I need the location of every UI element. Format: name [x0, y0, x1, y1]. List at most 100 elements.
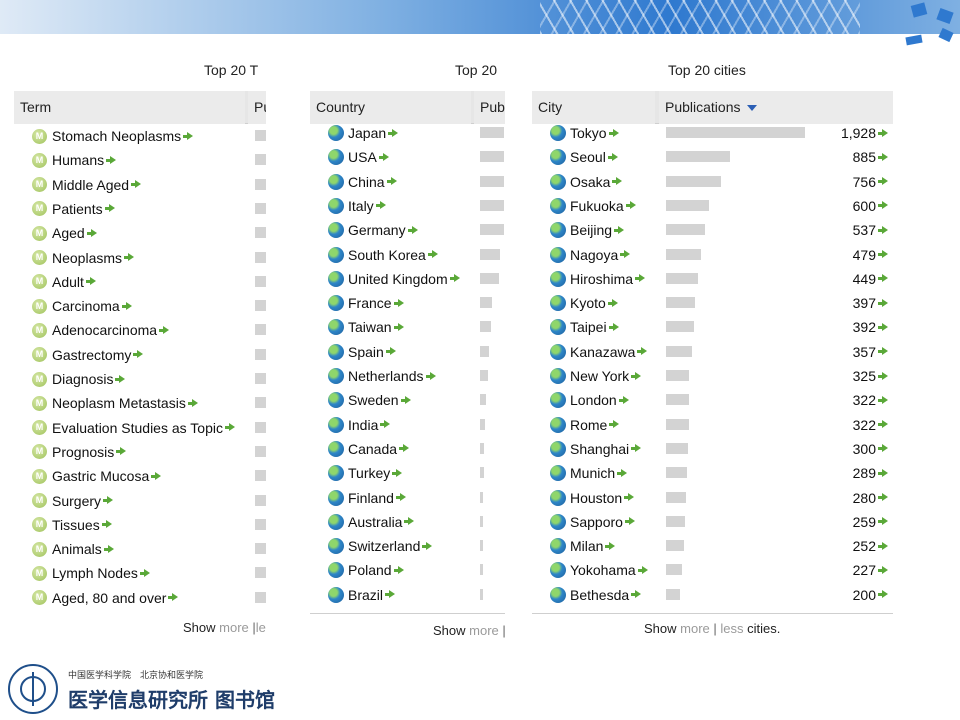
row-link[interactable]: M Aged [32, 225, 97, 241]
go-arrow-icon[interactable] [609, 420, 620, 429]
row-label-text[interactable]: Germany [348, 222, 406, 238]
publication-count-text[interactable]: 280 [853, 490, 876, 506]
go-arrow-icon[interactable] [878, 371, 888, 381]
publication-count[interactable]: 885 [812, 149, 888, 165]
publication-count-text[interactable]: 449 [853, 271, 876, 287]
row-link[interactable]: M Tissues [32, 517, 112, 533]
row-label-text[interactable]: Stomach Neoplasms [52, 128, 181, 144]
row-label-text[interactable]: Middle Aged [52, 177, 129, 193]
go-arrow-icon[interactable] [399, 444, 410, 453]
row-label-text[interactable]: Osaka [570, 174, 610, 190]
row-label-text[interactable]: Japan [348, 125, 386, 141]
show-more-link[interactable]: more [680, 621, 710, 636]
publication-count[interactable]: 357 [812, 344, 888, 360]
row-link[interactable]: M Humans [32, 152, 117, 168]
row-link[interactable]: M Carcinoma [32, 298, 132, 314]
publication-count-text[interactable]: 392 [853, 319, 876, 335]
row-label-text[interactable]: Aged [52, 225, 85, 241]
publication-count[interactable]: 322 [812, 417, 888, 433]
row-label-text[interactable]: Nagoya [570, 247, 618, 263]
go-arrow-icon[interactable] [637, 347, 648, 356]
go-arrow-icon[interactable] [400, 395, 411, 405]
row-label-text[interactable]: London [570, 392, 617, 408]
row-link[interactable]: India [328, 416, 391, 433]
row-label-text[interactable]: Shanghai [570, 441, 629, 457]
go-arrow-icon[interactable] [116, 447, 127, 456]
row-link[interactable]: Fukuoka [550, 197, 636, 214]
go-arrow-icon[interactable] [104, 204, 115, 213]
go-arrow-icon[interactable] [625, 201, 636, 210]
row-link[interactable]: Poland [328, 562, 404, 579]
row-link[interactable]: M Neoplasm Metastasis [32, 395, 198, 411]
go-arrow-icon[interactable] [224, 423, 235, 432]
go-arrow-icon[interactable] [393, 298, 404, 308]
row-label-text[interactable]: Munich [570, 465, 615, 481]
go-arrow-icon[interactable] [631, 444, 642, 453]
show-less-link[interactable]: less [720, 621, 743, 636]
go-arrow-icon[interactable] [139, 568, 150, 578]
row-link[interactable]: M Lymph Nodes [32, 565, 150, 581]
row-label-text[interactable]: Canada [348, 441, 397, 457]
row-label-text[interactable]: Lymph Nodes [52, 565, 138, 581]
go-arrow-icon[interactable] [635, 274, 646, 283]
go-arrow-icon[interactable] [385, 590, 396, 599]
row-label-text[interactable]: Finland [348, 490, 394, 506]
publication-count[interactable]: 392 [812, 319, 888, 335]
row-link[interactable]: Netherlands [328, 368, 436, 384]
publication-count[interactable]: 600 [812, 198, 888, 214]
go-arrow-icon[interactable] [425, 371, 436, 381]
row-link[interactable]: Houston [550, 489, 635, 506]
row-label-text[interactable]: Kanazawa [570, 344, 635, 360]
row-link[interactable]: New York [550, 368, 642, 384]
row-label-text[interactable]: Adenocarcinoma [52, 322, 157, 338]
publication-count-text[interactable]: 600 [853, 198, 876, 214]
row-label-text[interactable]: USA [348, 149, 377, 165]
publication-count[interactable]: 289 [812, 465, 888, 481]
publication-count-text[interactable]: 289 [853, 465, 876, 481]
row-link[interactable]: Sapporo [550, 513, 635, 530]
go-arrow-icon[interactable] [624, 493, 635, 502]
go-arrow-icon[interactable] [392, 468, 403, 478]
go-arrow-icon[interactable] [449, 274, 460, 283]
go-arrow-icon[interactable] [607, 298, 618, 308]
row-link[interactable]: South Korea [328, 246, 438, 263]
go-arrow-icon[interactable] [631, 371, 642, 381]
go-arrow-icon[interactable] [878, 128, 888, 138]
row-label-text[interactable]: Animals [52, 541, 102, 557]
row-link[interactable]: M Middle Aged [32, 177, 142, 193]
go-arrow-icon[interactable] [878, 250, 888, 259]
publication-count-text[interactable]: 537 [853, 222, 876, 238]
row-link[interactable]: Taiwan [328, 319, 404, 336]
city-column-header[interactable]: City [532, 91, 655, 124]
go-arrow-icon[interactable] [103, 544, 114, 554]
row-label-text[interactable]: Tokyo [570, 125, 607, 141]
go-arrow-icon[interactable] [386, 177, 397, 186]
row-label-text[interactable]: Adult [52, 274, 84, 290]
go-arrow-icon[interactable] [375, 201, 386, 210]
go-arrow-icon[interactable] [393, 565, 404, 575]
row-label-text[interactable]: Brazil [348, 587, 383, 603]
country-column-header[interactable]: Country [310, 91, 471, 124]
row-label-text[interactable]: United Kingdom [348, 271, 448, 287]
publication-count[interactable]: 537 [812, 222, 888, 238]
row-link[interactable]: London [550, 392, 629, 409]
go-arrow-icon[interactable] [878, 444, 888, 453]
row-link[interactable]: Canada [328, 440, 410, 457]
show-more-link[interactable]: more [469, 623, 499, 638]
row-link[interactable]: Kanazawa [550, 343, 648, 360]
row-label-text[interactable]: Beijing [570, 222, 612, 238]
go-arrow-icon[interactable] [85, 277, 96, 286]
row-label-text[interactable]: Poland [348, 562, 392, 578]
row-label-text[interactable]: Turkey [348, 465, 390, 481]
go-arrow-icon[interactable] [124, 253, 135, 262]
row-link[interactable]: Nagoya [550, 246, 631, 263]
row-link[interactable]: Beijing [550, 222, 625, 239]
go-arrow-icon[interactable] [103, 496, 114, 505]
row-label-text[interactable]: Spain [348, 344, 384, 360]
row-label-text[interactable]: Tissues [52, 517, 100, 533]
row-label-text[interactable]: Milan [570, 538, 603, 554]
row-link[interactable]: M Surgery [32, 493, 114, 509]
publication-count[interactable]: 397 [812, 295, 888, 311]
row-label-text[interactable]: Sweden [348, 392, 399, 408]
go-arrow-icon[interactable] [617, 468, 628, 478]
